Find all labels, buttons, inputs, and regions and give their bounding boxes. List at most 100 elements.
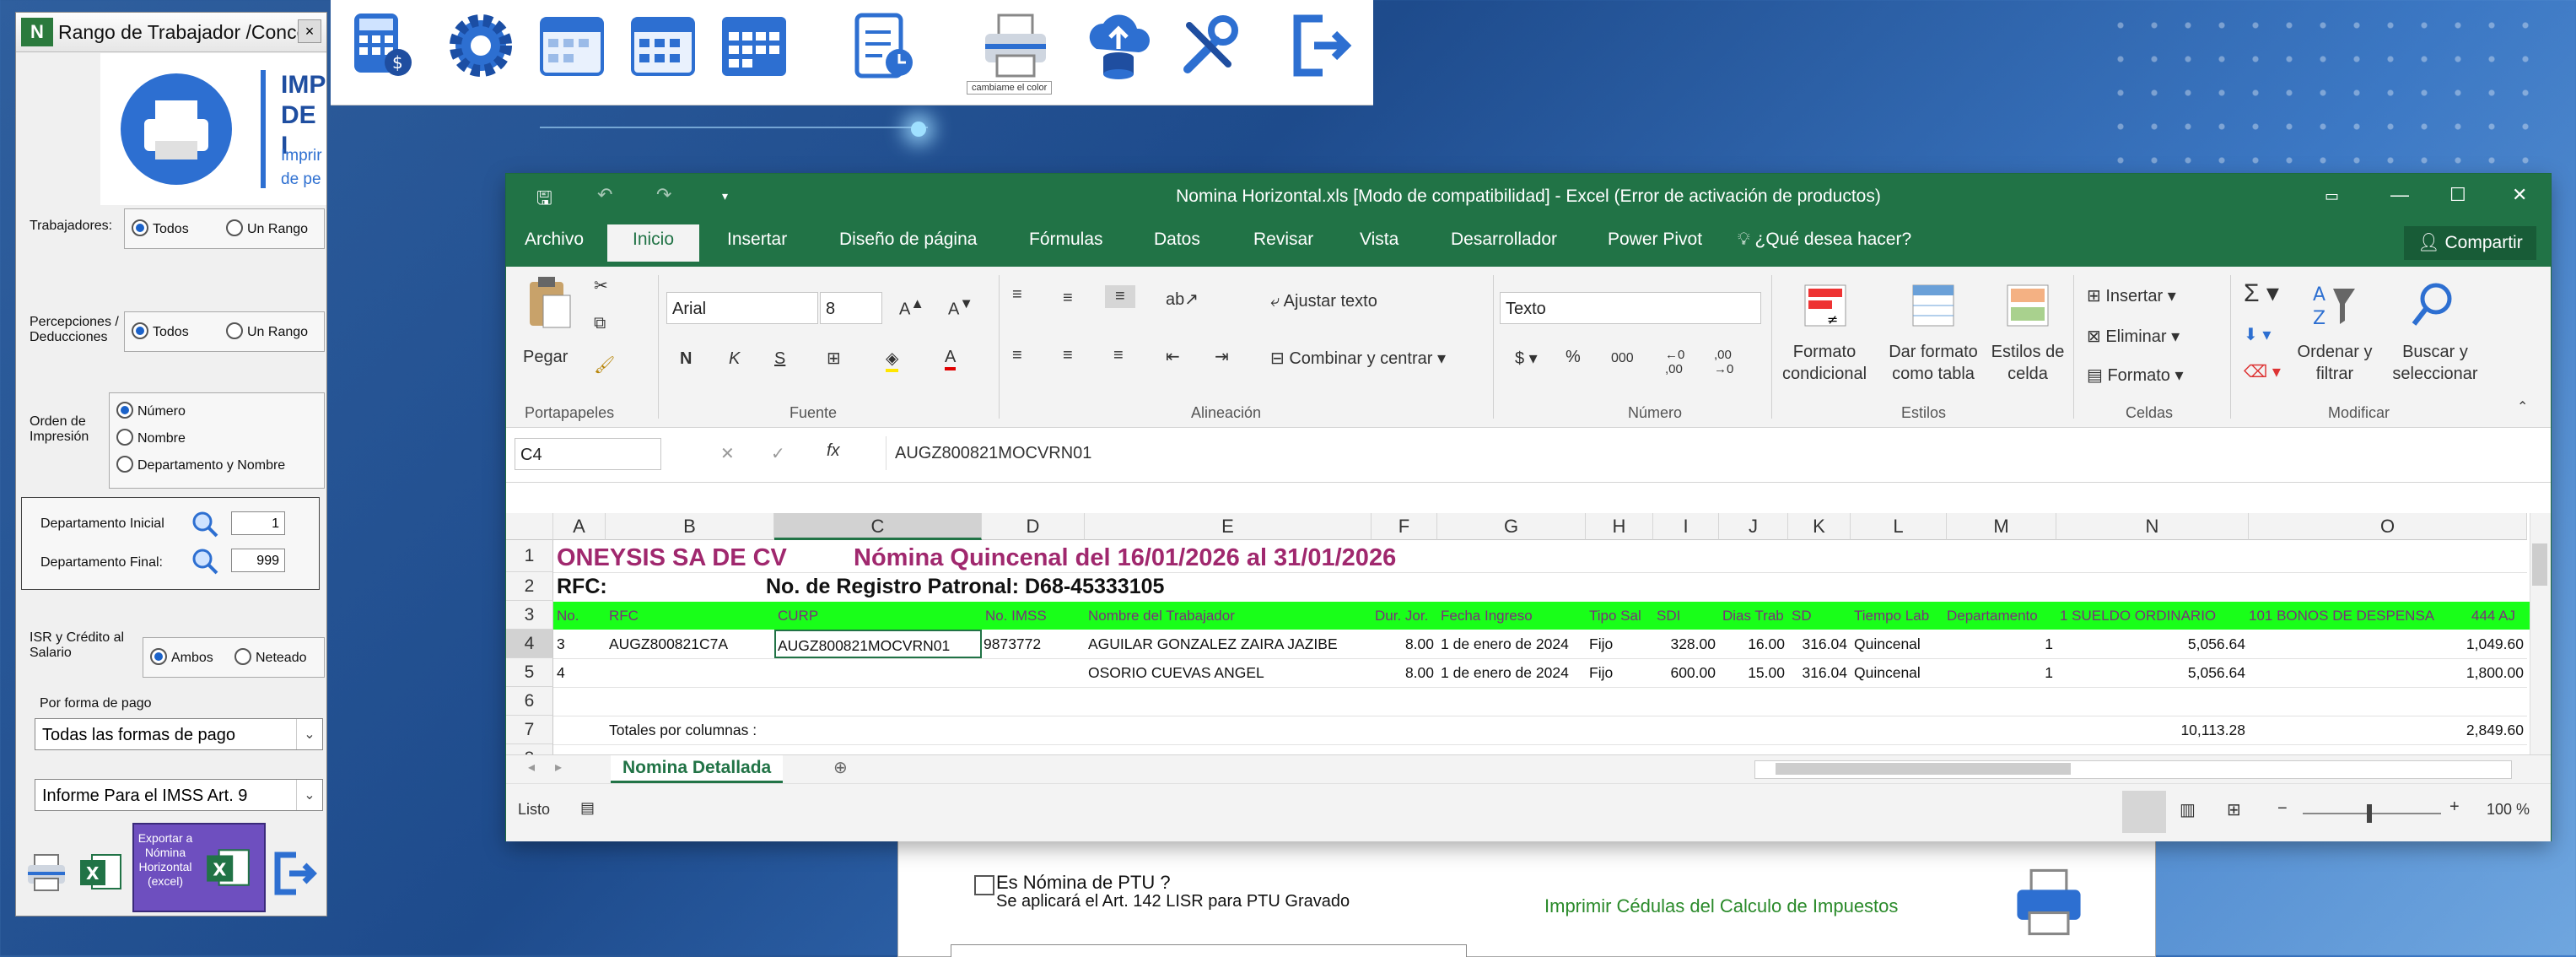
zoom-slider[interactable] bbox=[2303, 813, 2441, 814]
header-sdi[interactable]: SDI bbox=[1657, 603, 1680, 630]
close-button[interactable]: ✕ bbox=[2512, 184, 2527, 206]
row-header[interactable]: 5 bbox=[506, 658, 553, 687]
cell-bonos[interactable]: 1,049.60 bbox=[2249, 630, 2527, 658]
column-header[interactable]: K bbox=[1788, 513, 1851, 540]
share-button[interactable]: 👤︎ Compartir bbox=[2404, 226, 2536, 260]
cell-nombre[interactable]: OSORIO CUEVAS ANGEL bbox=[1088, 658, 1372, 687]
align-middle-icon[interactable]: ≡ bbox=[1063, 289, 1073, 308]
paste-icon[interactable] bbox=[525, 275, 574, 331]
ptu-checkbox[interactable] bbox=[974, 875, 994, 895]
decrease-indent-icon[interactable]: ⇤ bbox=[1166, 346, 1180, 367]
isr-neteado-radio[interactable]: Neteado bbox=[234, 648, 307, 666]
macro-record-icon[interactable]: ▤ bbox=[580, 799, 595, 817]
horizontal-scrollbar[interactable] bbox=[1754, 760, 2512, 779]
total-bonos[interactable]: 2,849.60 bbox=[2249, 716, 2527, 744]
orden-depto-radio[interactable]: Departamento y Nombre bbox=[116, 456, 285, 473]
printer-icon[interactable] bbox=[23, 848, 70, 895]
calculator-icon[interactable]: $ bbox=[344, 7, 422, 84]
zoom-in-icon[interactable]: + bbox=[2449, 798, 2460, 817]
cell-sdi[interactable]: 328.00 bbox=[1653, 630, 1719, 658]
tab-revisar[interactable]: Revisar bbox=[1253, 230, 1313, 250]
header-imss[interactable]: No. IMSS bbox=[985, 603, 1047, 630]
cell-sdi[interactable]: 600.00 bbox=[1653, 658, 1719, 687]
format-as-table-icon[interactable] bbox=[1910, 282, 1957, 329]
format-painter-icon[interactable]: 🖌︎ bbox=[594, 354, 615, 376]
company-name[interactable]: ONEYSIS SA DE CV bbox=[557, 543, 787, 572]
tab-desarrollador[interactable]: Desarrollador bbox=[1451, 230, 1557, 250]
cell-sd[interactable]: 316.04 bbox=[1788, 658, 1851, 687]
align-left-icon[interactable]: ≡ bbox=[1012, 346, 1022, 365]
find-select-icon[interactable] bbox=[2409, 280, 2456, 331]
zoom-level[interactable]: 100 % bbox=[2487, 801, 2530, 819]
cell-nombre[interactable]: AGUILAR GONZALEZ ZAIRA JAZIBE bbox=[1088, 630, 1372, 658]
column-header[interactable]: B bbox=[606, 513, 774, 540]
collapse-ribbon-icon[interactable]: ⌃ bbox=[2517, 398, 2528, 415]
settings-gear-icon[interactable] bbox=[442, 7, 520, 84]
zoom-out-icon[interactable]: − bbox=[2277, 799, 2288, 819]
row-header[interactable]: 8 bbox=[506, 744, 553, 754]
merge-center-button[interactable]: ⊟ Combinar y centrar ▾ bbox=[1270, 348, 1446, 369]
total-sueldo[interactable]: 10,113.28 bbox=[2056, 716, 2249, 744]
row-header[interactable]: 6 bbox=[506, 687, 553, 716]
orden-nombre-radio[interactable]: Nombre bbox=[116, 429, 186, 446]
row-header[interactable]: 1 bbox=[506, 540, 553, 572]
function-icon[interactable]: fx bbox=[827, 441, 840, 461]
format-cells-button[interactable]: ▤ Formato ▾ bbox=[2087, 365, 2184, 386]
header-tipo-sal[interactable]: Tipo Sal bbox=[1589, 603, 1641, 630]
cell-dur-jor[interactable]: 8.00 bbox=[1372, 658, 1437, 687]
cell-bonos[interactable]: 1,800.00 bbox=[2249, 658, 2527, 687]
format-as-table-button[interactable]: Dar formato como tabla bbox=[1883, 341, 1984, 385]
grow-font-icon[interactable]: A▲ bbox=[899, 295, 924, 320]
printer-icon[interactable] bbox=[977, 7, 1054, 84]
header-nombre[interactable]: Nombre del Trabajador bbox=[1088, 603, 1235, 630]
find-select-button[interactable]: Buscar y seleccionar bbox=[2389, 341, 2482, 385]
column-header[interactable]: F bbox=[1372, 513, 1437, 540]
autosum-icon[interactable]: Σ ▾ bbox=[2244, 278, 2279, 308]
percepciones-todos-radio[interactable]: Todos bbox=[132, 322, 189, 340]
underline-icon[interactable]: S bbox=[774, 349, 785, 369]
header-departamento[interactable]: Departamento bbox=[1947, 603, 2038, 630]
spreadsheet-grid[interactable]: A B C D E F G H I J K L M N O 1 2 3 4 5 … bbox=[506, 513, 2551, 754]
printer-icon[interactable] bbox=[2008, 862, 2089, 943]
page-layout-icon[interactable]: ▥ bbox=[2180, 799, 2196, 820]
trabajadores-rango-radio[interactable]: Un Rango bbox=[226, 219, 308, 237]
cancel-icon[interactable]: ✕ bbox=[720, 443, 735, 464]
header-444[interactable]: 444 AJ bbox=[2471, 603, 2515, 630]
header-sueldo[interactable]: 1 SUELDO ORDINARIO bbox=[2060, 603, 2216, 630]
enter-icon[interactable]: ✓ bbox=[771, 443, 785, 464]
tools-icon[interactable] bbox=[1171, 7, 1248, 84]
tab-formulas[interactable]: Fórmulas bbox=[1029, 230, 1103, 250]
cell-no[interactable]: 4 bbox=[557, 658, 606, 687]
header-tiempo-lab[interactable]: Tiempo Lab bbox=[1854, 603, 1929, 630]
tab-insertar[interactable]: Insertar bbox=[727, 230, 787, 250]
row-header[interactable]: 7 bbox=[506, 716, 553, 744]
cell-sueldo[interactable]: 5,056.64 bbox=[2056, 658, 2249, 687]
sort-filter-icon[interactable]: AZ bbox=[2311, 280, 2358, 331]
conditional-format-icon[interactable]: ≠ bbox=[1802, 282, 1849, 329]
insert-cells-button[interactable]: ⊞ Insertar ▾ bbox=[2087, 285, 2176, 306]
trabajadores-todos-radio[interactable]: Todos bbox=[132, 219, 189, 237]
bold-icon[interactable]: N bbox=[680, 349, 692, 369]
cell-fecha[interactable]: 1 de enero de 2024 bbox=[1441, 658, 1586, 687]
cell-depto[interactable]: 1 bbox=[1947, 630, 2056, 658]
header-sd[interactable]: SD bbox=[1792, 603, 1812, 630]
font-name-select[interactable]: Arial bbox=[666, 292, 818, 324]
payroll-title[interactable]: Nómina Quincenal del 16/01/2026 al 31/01… bbox=[854, 543, 1396, 572]
column-header[interactable]: J bbox=[1719, 513, 1788, 540]
fill-color-icon[interactable]: ◈ bbox=[886, 348, 899, 372]
wrap-text-button[interactable]: ⤶ Ajustar texto bbox=[1270, 292, 1377, 311]
rfc-label[interactable]: RFC: bbox=[557, 572, 607, 601]
number-format-select[interactable]: Texto bbox=[1500, 292, 1761, 324]
copy-icon[interactable]: ⧉ bbox=[594, 314, 606, 333]
cell-dias[interactable]: 15.00 bbox=[1719, 658, 1788, 687]
search-icon[interactable] bbox=[191, 547, 219, 576]
conditional-format-button[interactable]: Formato condicional bbox=[1778, 341, 1871, 385]
font-size-select[interactable]: 8 bbox=[820, 292, 882, 324]
tab-datos[interactable]: Datos bbox=[1154, 230, 1200, 250]
column-header[interactable]: M bbox=[1947, 513, 2056, 540]
exit-icon[interactable] bbox=[269, 848, 320, 899]
increase-decimal-icon[interactable]: ←0,00 bbox=[1665, 348, 1684, 376]
borders-icon[interactable]: ⊞ bbox=[827, 348, 841, 369]
vertical-scrollbar[interactable] bbox=[2530, 513, 2551, 754]
close-button[interactable]: × bbox=[298, 19, 321, 43]
